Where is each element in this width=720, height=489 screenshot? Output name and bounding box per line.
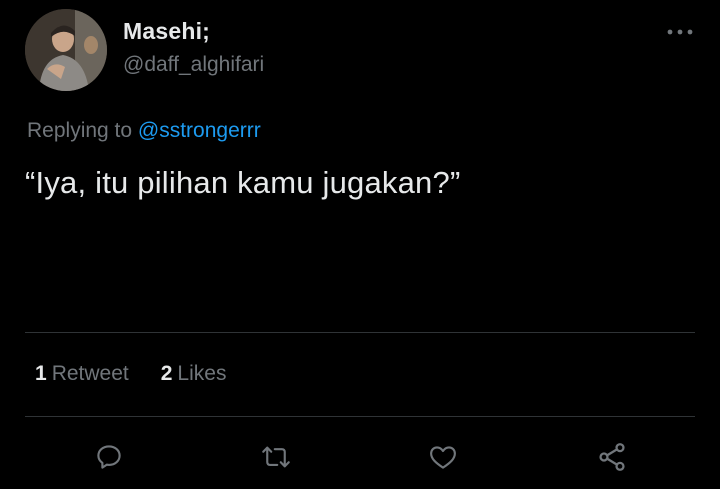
replying-to-line: Replying to @sstrongerrr <box>27 119 261 143</box>
retweet-count: 1 <box>35 362 47 385</box>
like-label: Likes <box>177 362 227 385</box>
tweet-text: “Iya, itu pilihan kamu jugakan?” <box>25 165 461 200</box>
more-dots-icon <box>667 29 693 35</box>
share-button[interactable] <box>595 440 629 474</box>
share-icon <box>599 443 625 471</box>
retweets-stat[interactable]: 1 Retweet <box>35 362 129 386</box>
divider-top <box>25 332 695 333</box>
divider-bottom <box>25 416 695 417</box>
like-button[interactable] <box>426 440 460 474</box>
mention-link[interactable]: @sstrongerrr <box>138 119 261 142</box>
reply-icon <box>97 445 121 469</box>
author-handle[interactable]: @daff_alghifari <box>123 53 264 77</box>
avatar-photo <box>25 9 107 91</box>
likes-stat[interactable]: 2 Likes <box>161 362 227 386</box>
author-display-name[interactable]: Masehi; <box>123 18 210 45</box>
tweet-stats: 1 Retweet 2 Likes <box>35 362 226 386</box>
reply-button[interactable] <box>92 440 126 474</box>
more-options-button[interactable] <box>664 20 696 44</box>
replying-to-label: Replying to <box>27 119 138 142</box>
avatar[interactable] <box>25 9 107 91</box>
like-count: 2 <box>160 362 173 385</box>
heart-icon <box>430 446 456 469</box>
retweet-button[interactable] <box>259 440 293 474</box>
retweet-label: Retweet <box>51 362 129 385</box>
retweet-icon <box>262 446 290 468</box>
